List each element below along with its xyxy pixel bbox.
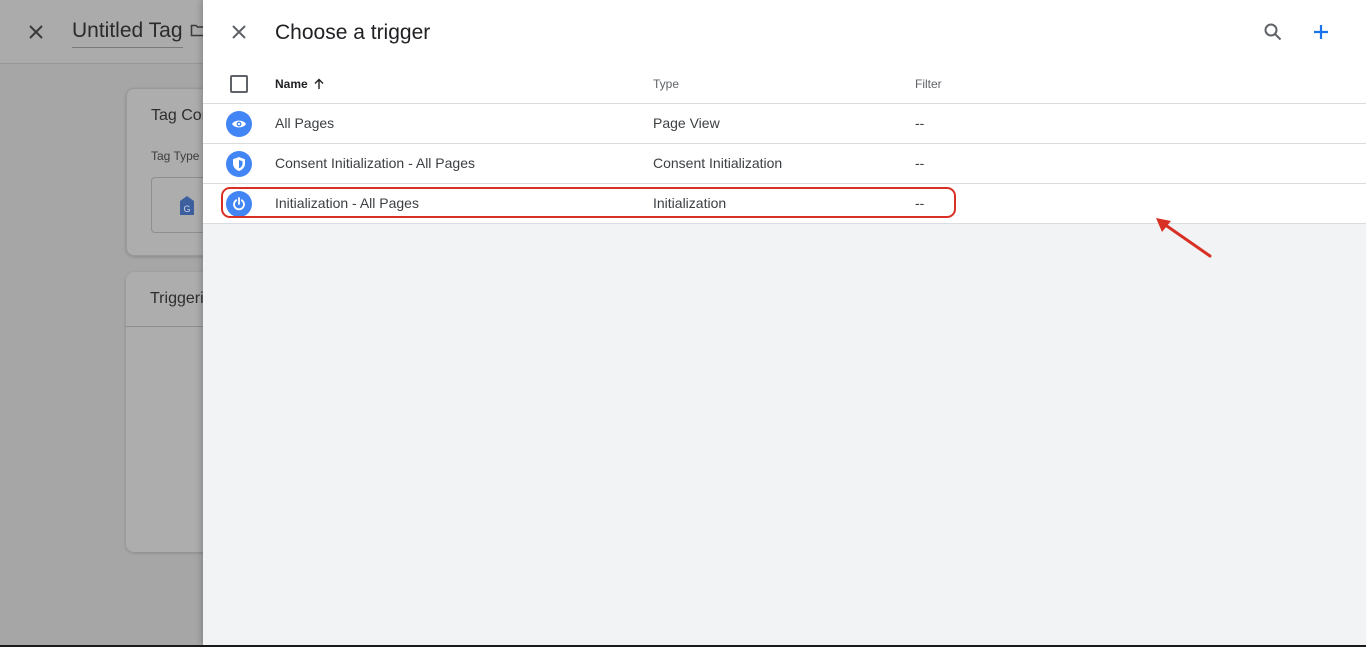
eye-icon — [226, 111, 252, 137]
trigger-filter: -- — [915, 155, 925, 171]
trigger-type: Initialization — [653, 195, 727, 211]
trigger-table: Name Type Filter All Pages Page View -- … — [203, 64, 1366, 224]
choose-trigger-panel: Choose a trigger Name Type Filter All Pa… — [203, 0, 1366, 645]
close-icon[interactable] — [24, 20, 48, 44]
table-row[interactable]: Initialization - All Pages Initializatio… — [203, 184, 1366, 224]
sort-ascending-icon — [314, 78, 324, 89]
search-icon — [1264, 23, 1282, 41]
close-icon — [232, 25, 246, 39]
tag-name-field[interactable]: Untitled Tag — [72, 19, 183, 48]
triggering-title: Triggeri — [150, 290, 204, 307]
close-panel-button[interactable] — [227, 20, 251, 44]
tag-type-label: Tag Type — [151, 149, 200, 163]
google-tag-icon: G — [178, 195, 196, 217]
trigger-type: Page View — [653, 115, 720, 131]
column-header-filter[interactable]: Filter — [915, 77, 942, 91]
trigger-name: All Pages — [275, 115, 335, 131]
column-header-name[interactable]: Name — [275, 77, 325, 91]
panel-header: Choose a trigger — [203, 0, 1366, 64]
add-trigger-button[interactable] — [1309, 20, 1333, 44]
shield-icon — [226, 151, 252, 177]
column-header-type[interactable]: Type — [653, 77, 679, 91]
panel-title: Choose a trigger — [275, 21, 431, 44]
table-row[interactable]: Consent Initialization - All Pages Conse… — [203, 144, 1366, 184]
tag-configuration-title: Tag Con — [151, 107, 211, 124]
trigger-filter: -- — [915, 195, 925, 211]
power-icon — [226, 191, 252, 217]
trigger-type: Consent Initialization — [653, 155, 783, 171]
table-header: Name Type Filter — [203, 64, 1366, 104]
svg-text:G: G — [183, 204, 190, 214]
column-header-name-label: Name — [275, 77, 308, 91]
search-button[interactable] — [1261, 20, 1285, 44]
select-all-checkbox[interactable] — [230, 75, 248, 93]
table-row[interactable]: All Pages Page View -- — [203, 104, 1366, 144]
trigger-filter: -- — [915, 115, 925, 131]
plus-icon — [1314, 25, 1328, 39]
trigger-name: Consent Initialization - All Pages — [275, 155, 475, 171]
trigger-name: Initialization - All Pages — [275, 195, 419, 211]
